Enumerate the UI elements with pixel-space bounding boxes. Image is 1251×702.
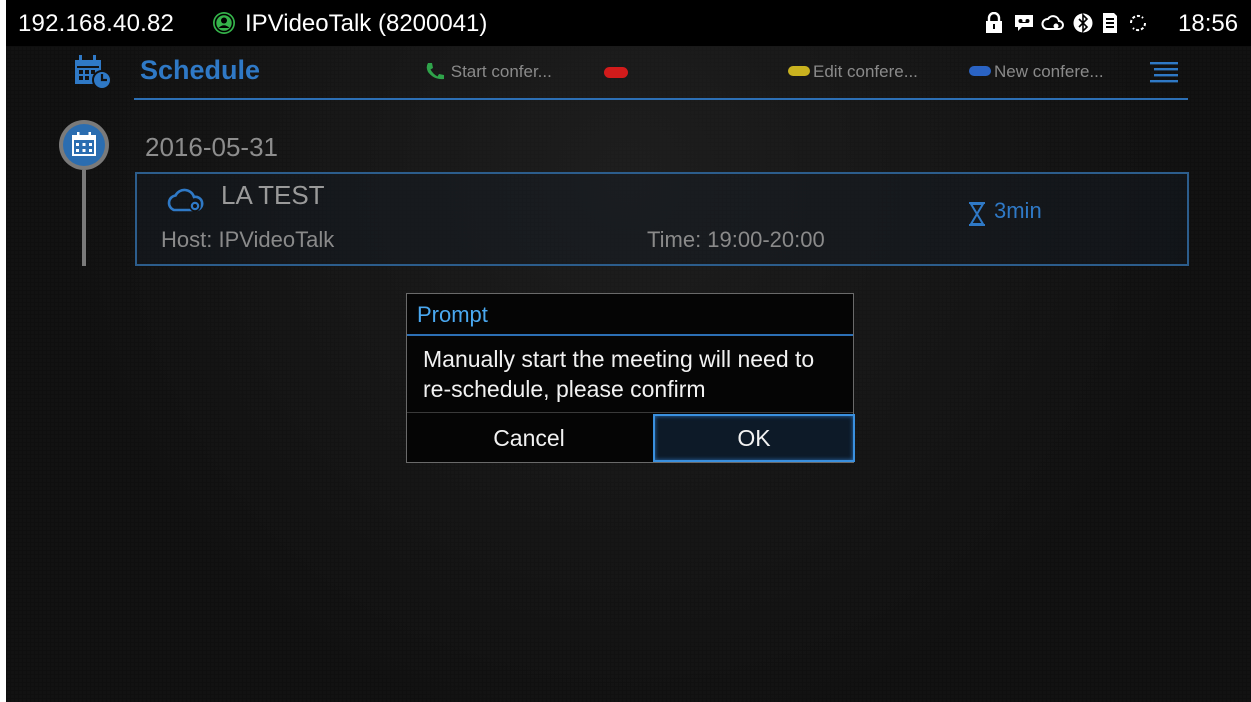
header-divider <box>134 98 1188 100</box>
device-screen: 192.168.40.82 IPVideoTalk (8200041) 18:5… <box>6 0 1251 702</box>
hourglass-icon <box>967 200 987 228</box>
new-conference-action[interactable]: New confere... <box>969 62 1104 82</box>
calendar-icon <box>72 132 96 156</box>
meeting-host: Host: IPVideoTalk <box>161 227 335 252</box>
user-circle-icon <box>212 11 236 35</box>
account-name: IPVideoTalk (8200041) <box>245 10 488 37</box>
dialog-title: Prompt <box>417 302 488 327</box>
meeting-time: Time: 19:00-20:00 <box>647 227 825 252</box>
voicemail-icon <box>1015 15 1033 31</box>
sync-icon <box>1129 14 1147 32</box>
edit-conference-action[interactable]: Edit confere... <box>788 62 918 82</box>
phone-icon <box>426 62 444 79</box>
meeting-title: LA TEST <box>221 180 325 210</box>
confirm-dialog: Prompt Manually start the meeting will n… <box>406 293 855 463</box>
calendar-clock-icon <box>72 54 112 90</box>
dialog-button-divider <box>407 412 853 413</box>
lock-icon <box>986 12 1002 33</box>
timeline-line <box>82 170 86 266</box>
timeline-node <box>59 120 109 170</box>
yellow-key-indicator <box>788 65 810 76</box>
cloud-icon <box>1041 15 1064 30</box>
ip-address: 192.168.40.82 <box>18 10 175 37</box>
page-title: Schedule <box>140 55 261 85</box>
blue-key-indicator <box>969 65 991 76</box>
meeting-item[interactable]: LA TEST Host: IPVideoTalk Time: 19:00-20… <box>135 172 1189 266</box>
menu-icon[interactable] <box>1146 60 1182 86</box>
bluetooth-icon <box>1073 13 1093 33</box>
edit-conference-label: Edit confere... <box>813 62 918 81</box>
clock: 18:56 <box>1178 10 1239 37</box>
sd-card-icon <box>1103 13 1117 33</box>
status-bar: 192.168.40.82 IPVideoTalk (8200041) 18:5… <box>6 0 1251 46</box>
dialog-title-divider <box>407 334 853 336</box>
red-key-indicator <box>604 67 628 78</box>
cancel-button[interactable]: Cancel <box>407 414 651 462</box>
cloud-icon <box>165 188 209 214</box>
meeting-duration: 3min <box>994 198 1042 223</box>
new-conference-label: New confere... <box>994 62 1104 81</box>
dialog-message: Manually start the meeting will need to … <box>423 346 815 402</box>
schedule-date: 2016-05-31 <box>145 132 278 162</box>
start-conference-label: Start confer... <box>450 62 552 81</box>
ok-button[interactable]: OK <box>653 414 855 462</box>
start-conference-action[interactable]: Start confer... <box>424 62 552 83</box>
